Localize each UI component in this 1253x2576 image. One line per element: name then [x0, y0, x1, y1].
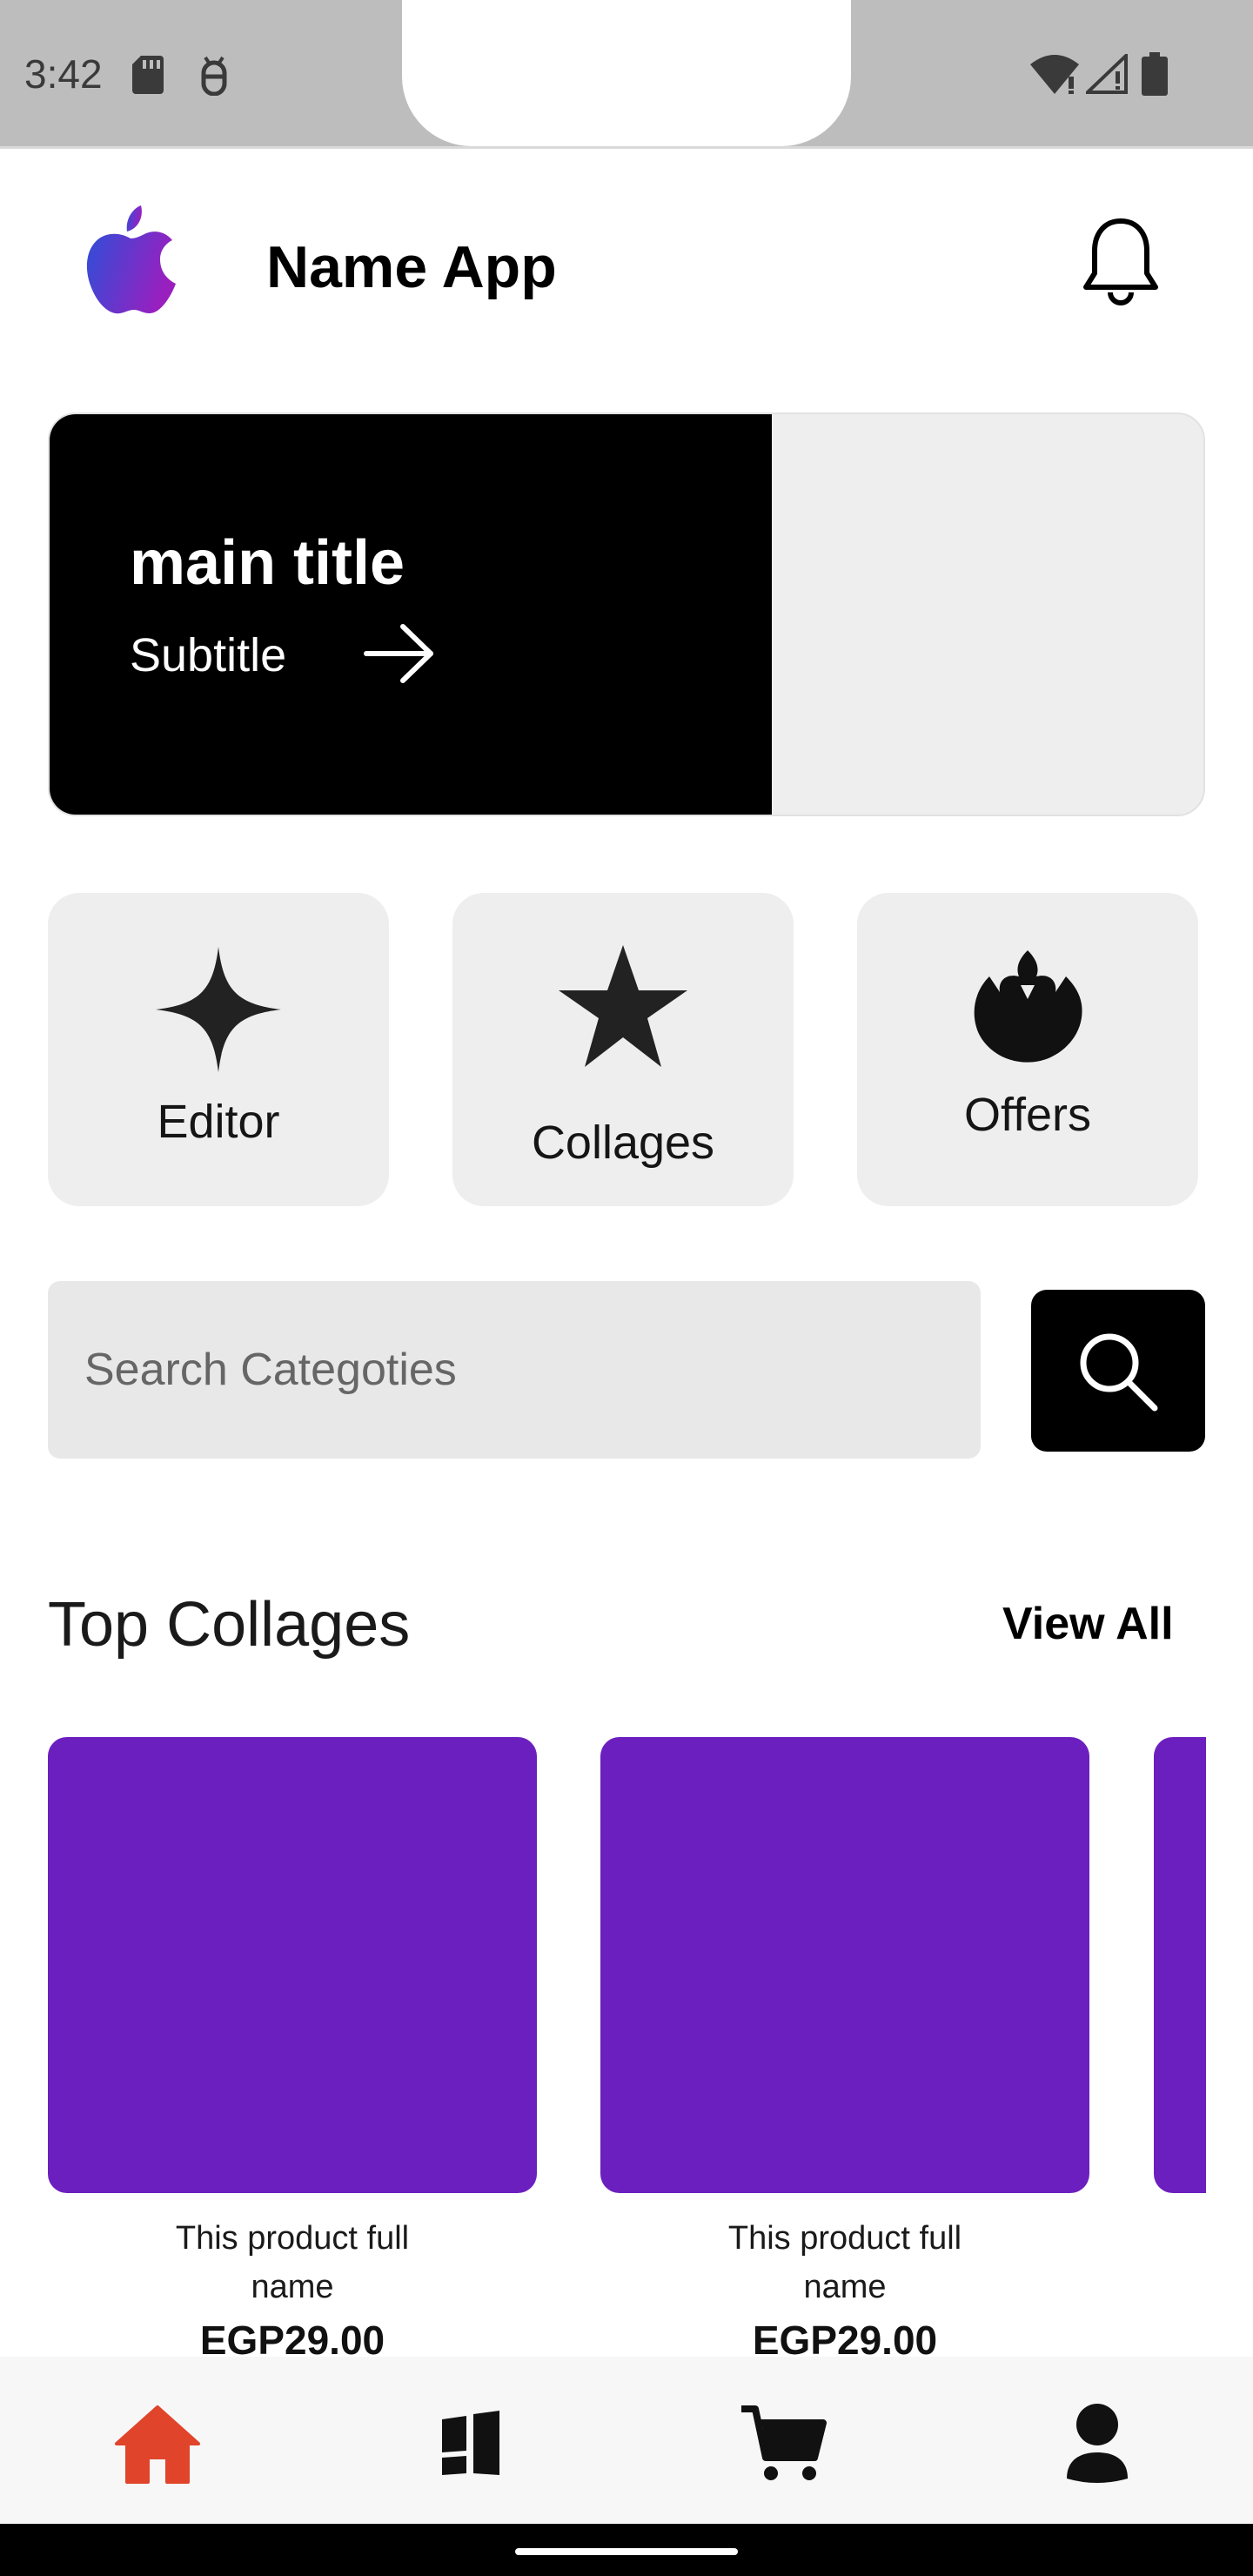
nav-profile[interactable]: [1049, 2395, 1145, 2491]
category-label: Editor: [157, 1096, 280, 1148]
camera-notch: [402, 0, 851, 146]
user-icon: [1067, 2404, 1128, 2483]
sparkle-icon: [156, 947, 281, 1072]
home-indicator[interactable]: [515, 2548, 738, 2555]
product-name: This product full name: [175, 2220, 410, 2305]
apple-logo-icon: [86, 205, 176, 314]
product-card[interactable]: This product full name EGP29.00: [48, 1737, 537, 2364]
banner-subtitle[interactable]: Subtitle: [130, 628, 286, 682]
star-icon: [559, 945, 687, 1067]
category-tile-editor[interactable]: Editor: [48, 893, 389, 1206]
product-image: [48, 1737, 537, 2193]
cart-icon: [741, 2405, 827, 2480]
category-tile-offers[interactable]: Offers: [857, 893, 1198, 1206]
bell-icon[interactable]: [1079, 216, 1163, 310]
product-image: [600, 1737, 1089, 2193]
rebel-alliance-icon: [974, 950, 1082, 1063]
status-bar-divider: [0, 146, 1253, 149]
android-debug-icon: [201, 56, 227, 96]
signal-icon: [1086, 54, 1128, 94]
status-time: 3:42: [24, 51, 103, 97]
wifi-icon: [1030, 55, 1079, 94]
nav-collages[interactable]: [423, 2395, 519, 2491]
product-name: This product full name: [727, 2220, 962, 2305]
search-icon: [1080, 1333, 1158, 1412]
banner-title: main title: [130, 528, 405, 598]
nav-cart[interactable]: [736, 2395, 832, 2491]
section-title: Top Collages: [48, 1590, 411, 1660]
category-label: Collages: [531, 1117, 715, 1169]
search-button[interactable]: [1031, 1290, 1205, 1452]
app-title: Name App: [266, 234, 557, 300]
promo-banner[interactable]: main title Subtitle: [48, 413, 1205, 816]
category-label: Offers: [963, 1089, 1092, 1141]
arrow-right-icon[interactable]: [363, 623, 436, 684]
app-screen: 3:42 Name App main title Subtitle Editor…: [0, 0, 1253, 2576]
sd-card-icon: [132, 56, 164, 94]
category-tile-collages[interactable]: Collages: [452, 893, 794, 1206]
product-card[interactable]: This product full name EGP29.00: [600, 1737, 1089, 2364]
nav-home[interactable]: [110, 2395, 205, 2491]
status-bar: 3:42: [0, 0, 1253, 149]
collage-icon: [442, 2411, 499, 2475]
banner-image-placeholder: [772, 414, 1203, 815]
battery-icon: [1142, 52, 1168, 96]
banner-text-panel: main title Subtitle: [50, 414, 772, 815]
view-all-link[interactable]: View All: [1002, 1598, 1174, 1650]
search-input[interactable]: [48, 1281, 981, 1459]
home-icon: [115, 2405, 200, 2484]
product-card-partial[interactable]: [1154, 1737, 1206, 2193]
